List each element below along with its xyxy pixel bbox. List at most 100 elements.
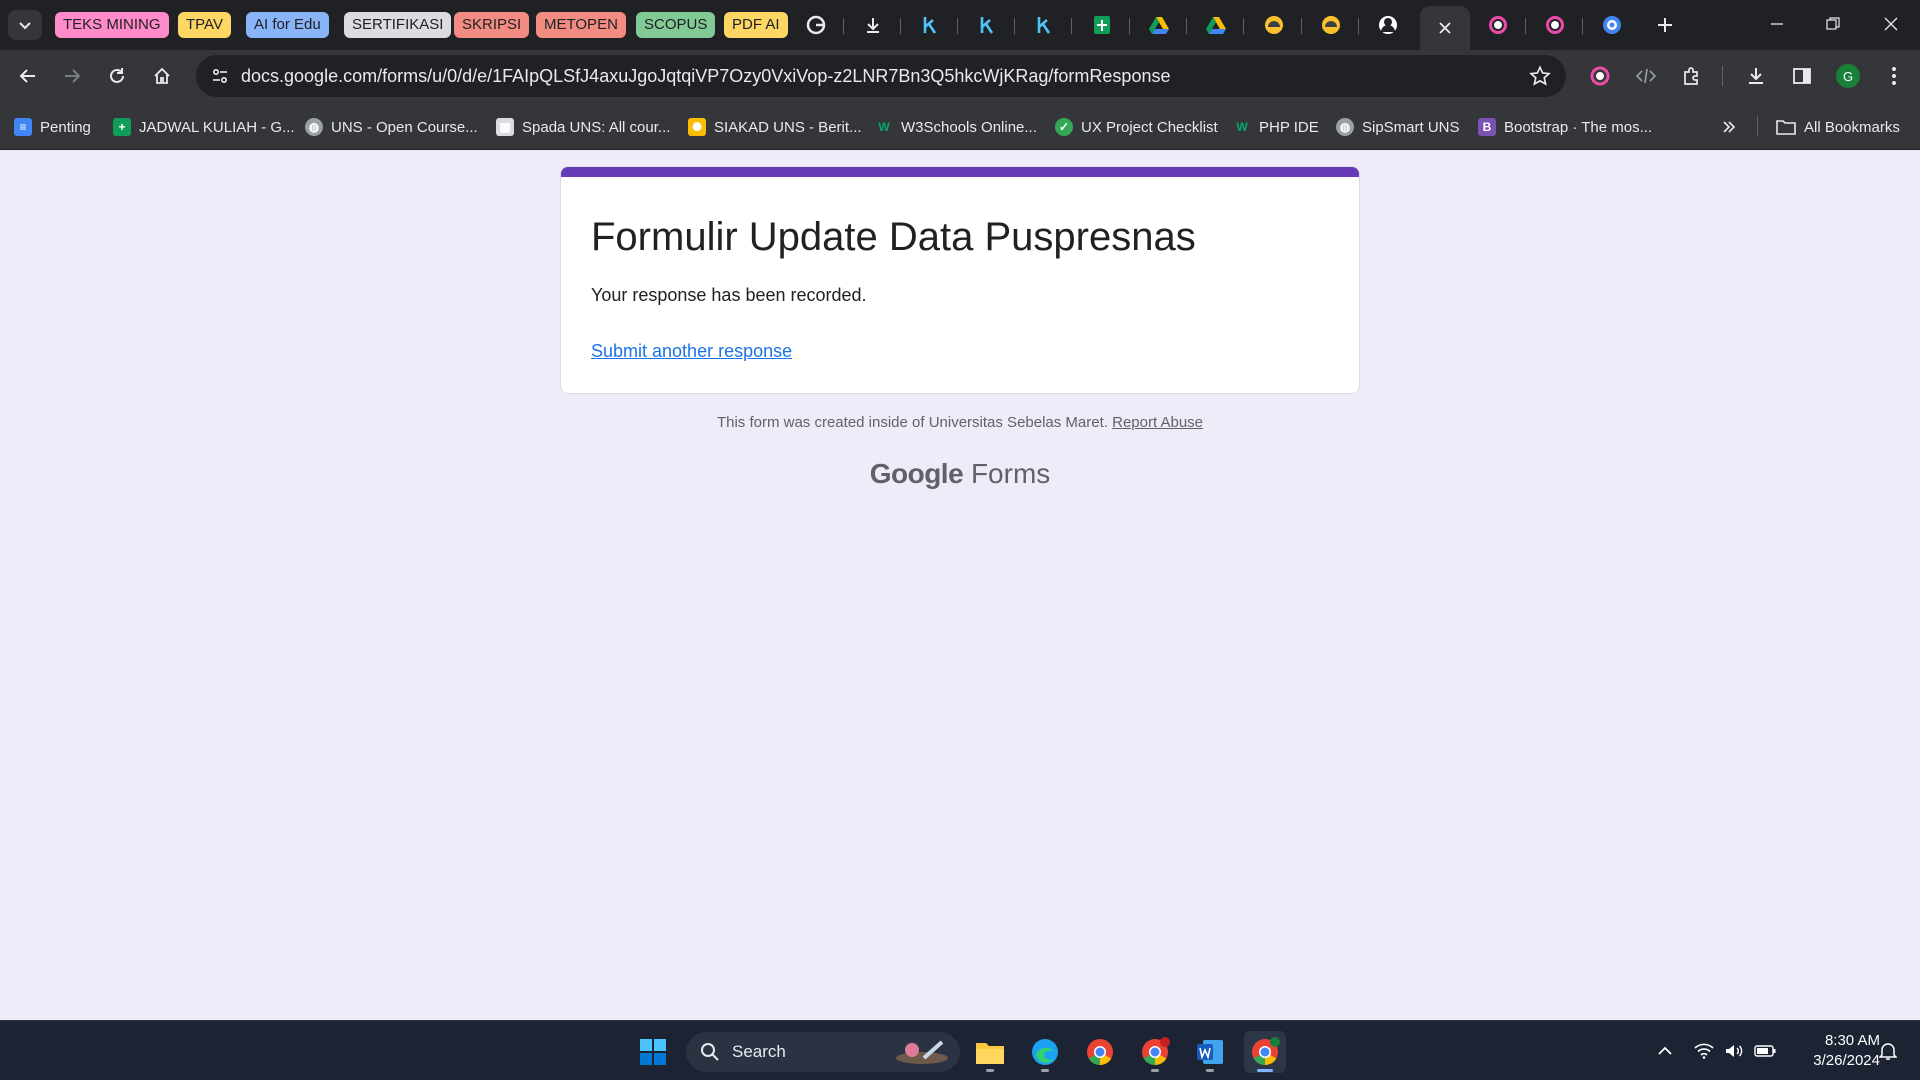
submit-another-link[interactable]: Submit another response <box>591 341 792 362</box>
taskbar-word[interactable] <box>1189 1031 1231 1073</box>
tab-group-chip[interactable]: METOPEN <box>536 12 626 38</box>
tab-group-chip[interactable]: SERTIFIKASI <box>344 12 452 38</box>
browser-tab[interactable] <box>788 8 844 42</box>
bookmark-label: PHP IDE <box>1259 118 1319 136</box>
bookmark-item[interactable]: ◍ SipSmart UNS <box>1336 114 1460 140</box>
restore-button[interactable] <box>1810 6 1856 42</box>
bootstrap-icon: B <box>1478 118 1496 136</box>
taskbar-chrome-active[interactable] <box>1244 1031 1286 1073</box>
browser-tab[interactable] <box>1016 8 1072 42</box>
chrome-icon <box>1252 1037 1280 1066</box>
tab-separator <box>957 18 958 34</box>
w3schools-icon: W <box>878 120 890 134</box>
side-panel-button[interactable] <box>1786 60 1818 92</box>
minimize-icon <box>1771 23 1783 25</box>
browser-tab[interactable] <box>1360 8 1416 42</box>
arrow-right-icon <box>65 69 81 83</box>
home-button[interactable] <box>146 60 178 92</box>
close-icon[interactable] <box>1435 18 1455 38</box>
taskbar-search[interactable]: Search <box>686 1032 960 1072</box>
new-tab-button[interactable] <box>1650 10 1680 40</box>
bookmark-star-button[interactable] <box>1528 64 1552 88</box>
restore-icon <box>1826 17 1840 30</box>
extension-code-button[interactable] <box>1630 60 1662 92</box>
sheets-icon: + <box>113 118 131 136</box>
tab-active[interactable] <box>1420 6 1470 50</box>
tab-group-chip[interactable]: TPAV <box>178 12 231 38</box>
tab-group-chip[interactable]: AI for Edu <box>246 12 329 38</box>
browser-tab[interactable] <box>1527 8 1583 42</box>
avatar-icon <box>1378 15 1398 35</box>
running-indicator <box>1041 1069 1049 1072</box>
taskbar-chrome[interactable] <box>1079 1031 1121 1073</box>
url-text[interactable]: docs.google.com/forms/u/0/d/e/1FAIpQLSfJ… <box>241 55 1170 97</box>
tab-group-chip[interactable]: TEKS MINING <box>55 12 169 38</box>
more-vert-icon <box>1892 67 1896 85</box>
search-highlight-icon <box>896 1040 948 1064</box>
downloads-button[interactable] <box>1740 60 1772 92</box>
browser-tab[interactable] <box>845 8 901 42</box>
download-icon <box>863 15 883 35</box>
bookmark-item[interactable]: ✓ UX Project Checklist <box>1055 114 1218 140</box>
menu-button[interactable] <box>1878 60 1910 92</box>
sheets-icon <box>1092 15 1112 35</box>
bookmark-item[interactable]: B Bootstrap · The mos... <box>1478 114 1652 140</box>
bookmark-item[interactable]: ≡ Penting <box>14 114 91 140</box>
report-abuse-link[interactable]: Report Abuse <box>1112 414 1203 431</box>
search-icon <box>701 1043 719 1061</box>
k-icon <box>977 15 997 35</box>
wifi-icon <box>1694 1043 1714 1059</box>
taskbar-clock[interactable]: 8:30 AM 3/26/2024 <box>1790 1031 1880 1071</box>
back-button[interactable] <box>12 60 44 92</box>
forward-button[interactable] <box>56 60 88 92</box>
show-hidden-icons-button[interactable] <box>1652 1035 1678 1067</box>
minimize-button[interactable] <box>1754 6 1800 42</box>
tab-separator <box>1243 18 1244 34</box>
extension-ring-button[interactable] <box>1584 60 1616 92</box>
bookmark-item[interactable]: + JADWAL KULIAH - G... <box>113 114 295 140</box>
close-window-button[interactable] <box>1868 6 1914 42</box>
system-tray-status[interactable] <box>1690 1035 1780 1067</box>
profile-button[interactable]: G <box>1832 60 1864 92</box>
taskbar-edge[interactable] <box>1024 1031 1066 1073</box>
bookmark-item[interactable]: W PHP IDE <box>1233 114 1319 140</box>
browser-tab[interactable] <box>1188 8 1244 42</box>
bookmark-item[interactable]: W W3Schools Online... <box>875 114 1037 140</box>
bookmarks-divider <box>1757 116 1758 136</box>
bell-icon <box>1879 1043 1897 1060</box>
browser-toolbar: docs.google.com/forms/u/0/d/e/1FAIpQLSfJ… <box>0 50 1920 102</box>
extensions-button[interactable] <box>1676 60 1708 92</box>
taskbar-chrome-profile[interactable] <box>1134 1031 1176 1073</box>
site-info-button[interactable] <box>204 60 236 92</box>
form-page: Formulir Update Data Puspresnas Your res… <box>0 150 1920 1020</box>
tune-icon <box>212 68 228 84</box>
tab-separator <box>1301 18 1302 34</box>
address-bar[interactable]: docs.google.com/forms/u/0/d/e/1FAIpQLSfJ… <box>196 55 1566 97</box>
tab-separator <box>900 18 901 34</box>
browser-tab[interactable] <box>1074 8 1130 42</box>
arrow-left-icon <box>19 69 35 83</box>
browser-tab[interactable] <box>1303 8 1359 42</box>
running-indicator <box>1257 1069 1273 1072</box>
reload-button[interactable] <box>101 60 133 92</box>
all-bookmarks-button[interactable]: All Bookmarks <box>1776 114 1900 140</box>
browser-tab[interactable] <box>1584 8 1640 42</box>
browser-tab[interactable] <box>1131 8 1187 42</box>
bookmark-item[interactable]: ✺ SIAKAD UNS - Berit... <box>688 114 862 140</box>
tab-group-chip[interactable]: SCOPUS <box>636 12 716 38</box>
logo-forms-text: Forms <box>970 458 1051 489</box>
google-forms-logo[interactable]: Google Forms <box>0 458 1920 490</box>
tab-group-chip[interactable]: SKRIPSI <box>454 12 530 38</box>
browser-tab[interactable] <box>959 8 1015 42</box>
start-button[interactable] <box>632 1031 674 1073</box>
bookmark-item[interactable]: ▦ Spada UNS: All cour... <box>496 114 670 140</box>
bookmark-item[interactable]: ◍ UNS - Open Course... <box>305 114 478 140</box>
bookmarks-overflow-button[interactable] <box>1716 114 1742 140</box>
tab-search-button[interactable] <box>8 10 42 40</box>
notifications-button[interactable] <box>1874 1035 1902 1067</box>
browser-tab[interactable] <box>1470 8 1526 42</box>
browser-tab[interactable] <box>1246 8 1302 42</box>
taskbar-file-explorer[interactable] <box>969 1031 1011 1073</box>
tab-group-chip[interactable]: PDF AI <box>724 12 788 38</box>
browser-tab[interactable] <box>902 8 958 42</box>
